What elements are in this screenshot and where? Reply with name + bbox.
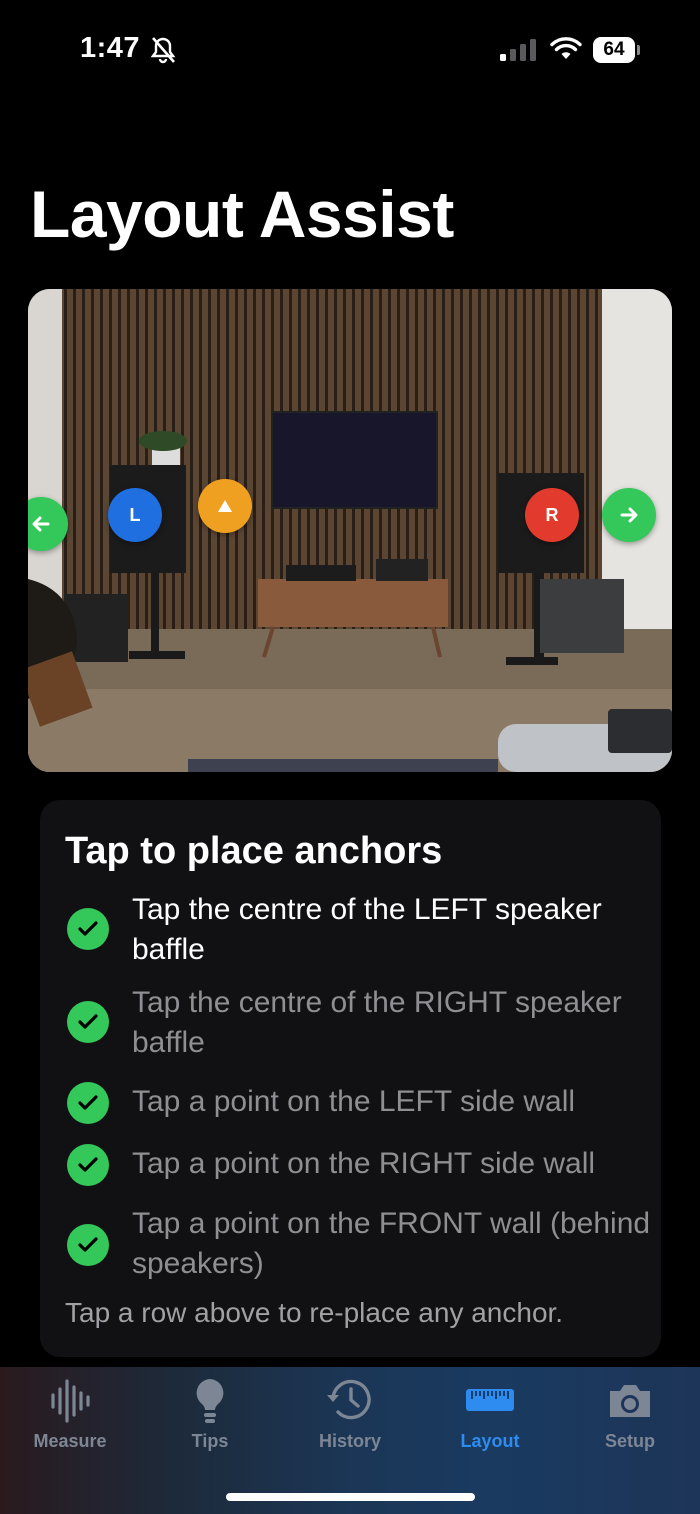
instructions-card: Tap to place anchors Tap the centre of t… (40, 800, 661, 1357)
page-title: Layout Assist (30, 177, 454, 251)
instructions-title: Tap to place anchors (65, 830, 443, 872)
left-speaker-anchor[interactable]: L (108, 488, 162, 542)
checkmark-icon (67, 1082, 109, 1124)
status-bar: 1:47 64 (0, 0, 700, 100)
instructions-footer: Tap a row above to re-place any anchor. (65, 1297, 564, 1328)
arrow-right-icon (620, 507, 638, 523)
ruler-icon (466, 1389, 514, 1411)
step-label: Tap the centre of the LEFT speaker baffl… (132, 893, 602, 966)
tab-label: Setup (604, 1431, 655, 1451)
step-right-wall[interactable]: Tap a point on the RIGHT side wall (65, 1144, 645, 1186)
bell-slash-icon (150, 37, 176, 64)
tab-history[interactable]: History (280, 1367, 420, 1467)
triangle-icon (218, 500, 232, 512)
right-wall-anchor[interactable] (602, 488, 656, 542)
step-front-wall[interactable]: Tap a point on the FRONT wall (behind sp… (65, 1204, 650, 1284)
cellular-signal-icon (500, 39, 536, 61)
step-left-wall[interactable]: Tap a point on the LEFT side wall (65, 1082, 645, 1124)
battery-tip (637, 45, 640, 55)
step-label: Tap a point on the FRONT wall (behind sp… (132, 1207, 651, 1280)
tab-label: History (318, 1431, 381, 1451)
step-right-speaker[interactable]: Tap the centre of the RIGHT speaker baff… (65, 983, 645, 1063)
tab-bar: Measure Tips History Layout Setup (0, 1367, 700, 1514)
checkmark-icon (67, 1144, 109, 1186)
tab-label: Layout (460, 1431, 520, 1451)
checkmark-icon (67, 908, 109, 950)
tab-tips[interactable]: Tips (140, 1367, 280, 1467)
tab-setup[interactable]: Setup (560, 1367, 700, 1467)
lightbulb-icon (196, 1379, 224, 1423)
checkmark-icon (67, 1001, 109, 1043)
checkmark-icon (67, 1224, 109, 1266)
step-label: Tap a point on the LEFT side wall (132, 1085, 576, 1118)
step-label: Tap a point on the RIGHT side wall (132, 1147, 596, 1180)
right-speaker-anchor[interactable]: R (525, 488, 579, 542)
room-photo[interactable]: L R (28, 289, 672, 772)
history-clock-icon (327, 1379, 371, 1420)
wifi-icon (550, 37, 582, 59)
battery-level: 64 (593, 37, 635, 63)
tab-label: Measure (33, 1431, 107, 1451)
camera-icon (610, 1385, 650, 1417)
battery-icon: 64 (593, 37, 641, 63)
arrow-left-icon (32, 516, 50, 532)
waveform-icon (51, 1379, 90, 1423)
tab-measure[interactable]: Measure (0, 1367, 140, 1467)
status-time: 1:47 (80, 32, 141, 64)
tab-layout[interactable]: Layout (420, 1367, 560, 1467)
tab-label: Tips (191, 1431, 229, 1451)
home-indicator (226, 1493, 475, 1501)
front-wall-anchor[interactable] (198, 479, 252, 533)
step-label: Tap the centre of the RIGHT speaker baff… (132, 986, 622, 1059)
step-left-speaker[interactable]: Tap the centre of the LEFT speaker baffl… (65, 890, 645, 970)
